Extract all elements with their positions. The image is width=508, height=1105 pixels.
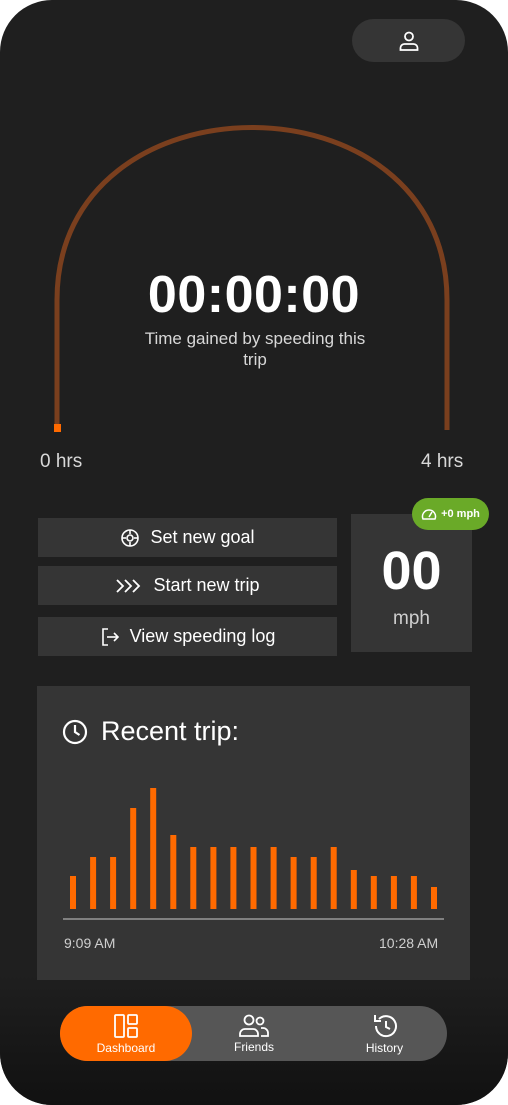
tab-dashboard[interactable]: Dashboard (60, 1006, 192, 1061)
chart-bar (370, 876, 377, 909)
chart-bar (210, 847, 217, 909)
chart-bar (130, 808, 137, 909)
chart-bar (170, 835, 177, 909)
chart-bar (290, 857, 297, 909)
trip-end-time: 10:28 AM (379, 935, 439, 951)
app-screen: 00:00:00 Time gained by speeding this tr… (0, 0, 508, 1105)
friends-icon (239, 1014, 269, 1037)
chart-bar (310, 857, 317, 909)
tab-friends[interactable]: Friends (194, 1006, 314, 1061)
history-icon (373, 1014, 397, 1037)
chart-bar (90, 857, 97, 909)
chart-bar (270, 847, 277, 909)
chart-bar (330, 847, 337, 909)
trip-start-time: 9:09 AM (64, 935, 116, 951)
chart-bar (150, 788, 157, 909)
chart-bar (70, 876, 76, 909)
tab-history[interactable]: History (322, 1006, 447, 1061)
tab-friends-label: Friends (233, 1039, 274, 1054)
chart-bar (350, 870, 357, 909)
chart-bar (110, 857, 117, 909)
chart-bar (250, 847, 257, 909)
chart-bar (431, 887, 437, 909)
dashboard-icon (114, 1013, 138, 1038)
chart-bar (410, 876, 417, 909)
tab-dashboard-label: Dashboard (96, 1040, 156, 1055)
bottom-tab-bar: Dashboard Friends History (60, 1006, 447, 1061)
chart-bar (190, 847, 197, 909)
tab-history-label: History (365, 1040, 404, 1055)
chart-bar (390, 876, 397, 909)
chart-bar (230, 847, 237, 909)
